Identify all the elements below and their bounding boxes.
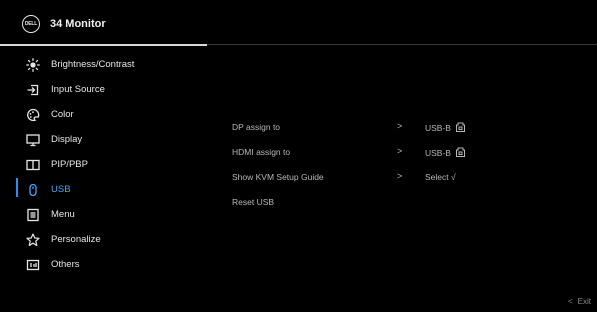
- sidebar-item-label: Personalize: [51, 234, 101, 245]
- color-icon: [26, 108, 40, 122]
- star-icon: [26, 232, 40, 247]
- sidebar-item-input-source[interactable]: Input Source: [0, 77, 207, 102]
- sidebar-item-display[interactable]: Display: [0, 127, 207, 152]
- sidebar-item-personalize[interactable]: Personalize: [0, 227, 207, 252]
- sidebar-item-label: Menu: [51, 209, 75, 220]
- brightness-icon: [26, 57, 40, 72]
- input-source-icon: [26, 83, 40, 97]
- hdmi-assign-row[interactable]: HDMI assign to > USB-B: [232, 146, 572, 163]
- kvm-setup-guide-row[interactable]: Show KVM Setup Guide > Select √: [232, 171, 572, 188]
- row-label: Reset USB: [232, 197, 275, 207]
- sidebar-item-label: Display: [51, 134, 83, 145]
- dp-assign-row[interactable]: DP assign to > USB-B: [232, 121, 572, 138]
- others-icon: [26, 258, 40, 272]
- chevron-right-icon: >: [397, 121, 403, 131]
- row-value: Select √: [425, 172, 456, 182]
- exit-label: Exit: [577, 297, 591, 306]
- monitor-osd: DELL 34 Monitor Brightness/Contrast Inpu…: [0, 0, 597, 312]
- dell-logo-text: DELL: [24, 21, 38, 27]
- sidebar-item-color[interactable]: Color: [0, 102, 207, 127]
- row-label: DP assign to: [232, 122, 281, 132]
- sidebar-item-usb[interactable]: USB: [0, 177, 207, 202]
- monitor-title: 34 Monitor: [50, 18, 106, 30]
- usb-b-port-icon: [455, 122, 465, 134]
- header-divider: [207, 44, 597, 45]
- display-icon: [26, 133, 40, 147]
- sidebar-item-menu[interactable]: Menu: [0, 202, 207, 227]
- sidebar-item-label: Brightness/Contrast: [51, 59, 135, 70]
- row-label: HDMI assign to: [232, 147, 291, 157]
- row-value: USB-B: [425, 122, 465, 134]
- chevron-right-icon: >: [397, 146, 403, 156]
- sidebar-item-label: PIP/PBP: [51, 159, 88, 170]
- osd-header: DELL 34 Monitor: [0, 0, 597, 44]
- pip-pbp-icon: [26, 158, 40, 172]
- sidebar-item-label: Color: [51, 109, 74, 120]
- chevron-left-icon: <: [567, 297, 573, 306]
- header-divider-active: [0, 44, 207, 46]
- sidebar-item-label: Input Source: [51, 84, 105, 95]
- menu-icon: [26, 208, 40, 222]
- usb-icon: [26, 183, 40, 197]
- exit-button[interactable]: < Exit: [568, 297, 591, 306]
- sidebar-item-brightness-contrast[interactable]: Brightness/Contrast: [0, 52, 207, 77]
- value-text: USB-B: [425, 148, 451, 158]
- usb-b-port-icon: [455, 147, 465, 159]
- value-text: Select √: [425, 172, 456, 182]
- sidebar-item-label: Others: [51, 259, 80, 270]
- dell-logo: DELL: [22, 15, 40, 33]
- sidebar-item-pip-pbp[interactable]: PIP/PBP: [0, 152, 207, 177]
- value-text: USB-B: [425, 123, 451, 133]
- row-label: Show KVM Setup Guide: [232, 172, 324, 182]
- sidebar-item-label: USB: [51, 184, 71, 195]
- row-value: USB-B: [425, 147, 465, 159]
- reset-usb-row[interactable]: Reset USB: [232, 197, 572, 213]
- chevron-right-icon: >: [397, 171, 403, 181]
- sidebar-item-others[interactable]: Others: [0, 252, 207, 277]
